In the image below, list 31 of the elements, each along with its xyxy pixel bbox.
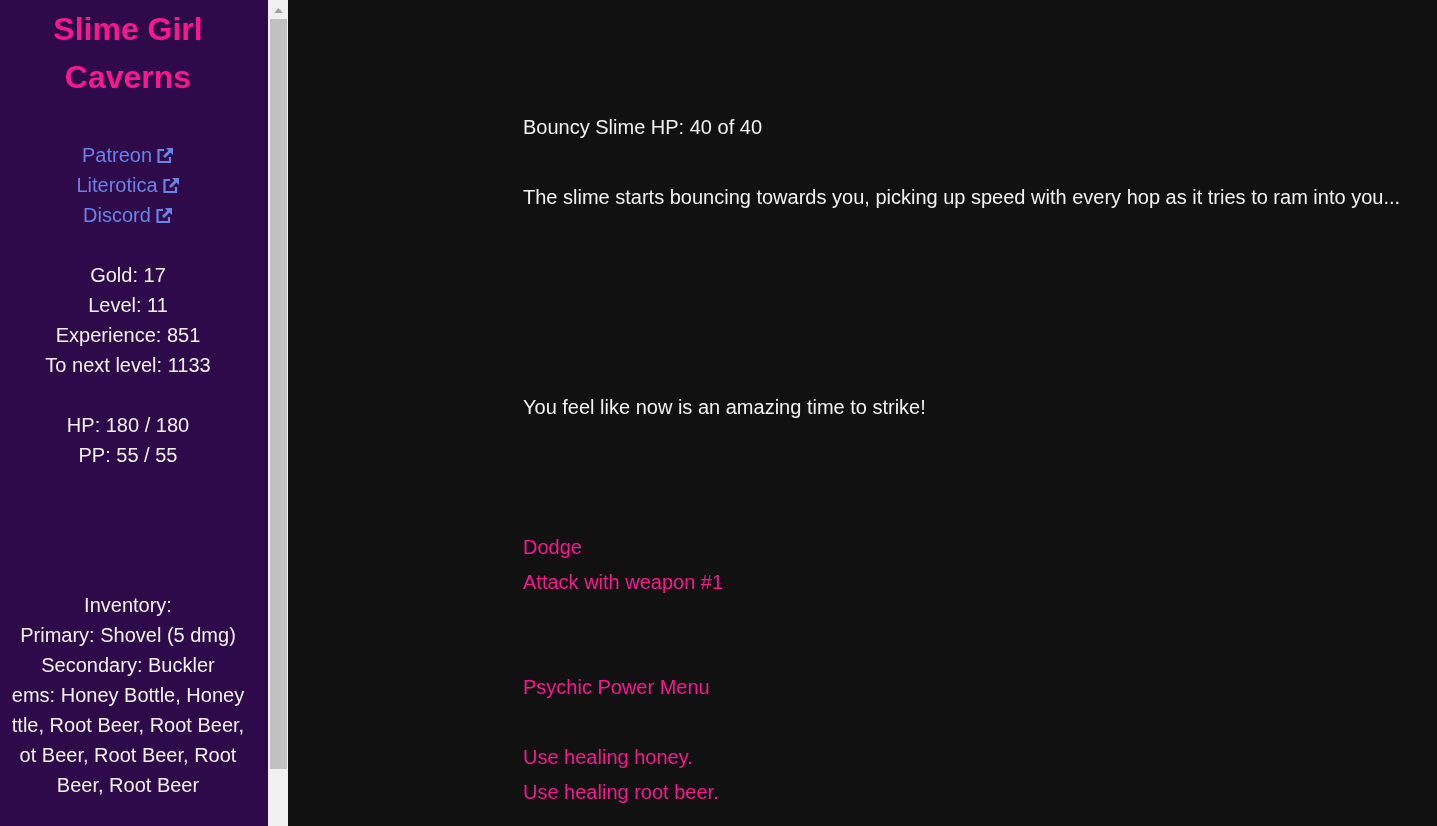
external-link-icon [154,206,173,224]
external-link[interactable]: Discord [83,200,173,230]
hint-text: You feel like now is an amazing time to strike! [523,395,927,420]
narration-text: The slime starts bouncing towards you, picking up speed with every hop as it tries to ram into you... [523,185,1402,210]
game-title: Slime Girl Caverns [52,10,204,97]
action-link[interactable]: Psychic Power Menu [523,670,710,705]
stat-text: Experience: 851 [54,323,202,348]
scroll-up-icon[interactable] [273,8,283,13]
enemy-status: Bouncy Slime HP: 40 of 40 [523,115,763,140]
external-link[interactable]: Patreon [81,140,175,170]
inventory-text: Beer, Root Beer [55,773,201,798]
action-link[interactable]: Use healing honey. [523,740,693,775]
external-link-icon [161,176,180,194]
vital-text: HP: 180 / 180 [65,413,191,438]
stat-text: To next level: 1133 [44,353,212,378]
action-link[interactable]: Attack with weapon #1 [523,565,724,600]
inventory-text: ttle, Root Beer, Root Beer, [10,713,246,738]
scrollbar[interactable] [268,0,288,826]
stat-text: Gold: 17 [89,263,167,288]
vital-text: PP: 55 / 55 [77,443,179,468]
inventory-text: Secondary: Buckler [40,653,216,678]
inventory-text: ot Beer, Root Beer, Root [18,743,238,768]
stat-text: Level: 11 [87,293,169,318]
inventory-text: Primary: Shovel (5 dmg) [19,623,237,648]
external-link[interactable]: Literotica [76,170,180,200]
action-link[interactable]: Dodge [523,530,582,565]
action-link[interactable]: Use healing root beer. [523,775,719,810]
inventory-text: Inventory: [83,593,173,618]
inventory-text: ems: Honey Bottle, Honey [10,683,246,708]
scrollbar-thumb[interactable] [269,19,287,769]
external-link-icon [156,146,175,164]
